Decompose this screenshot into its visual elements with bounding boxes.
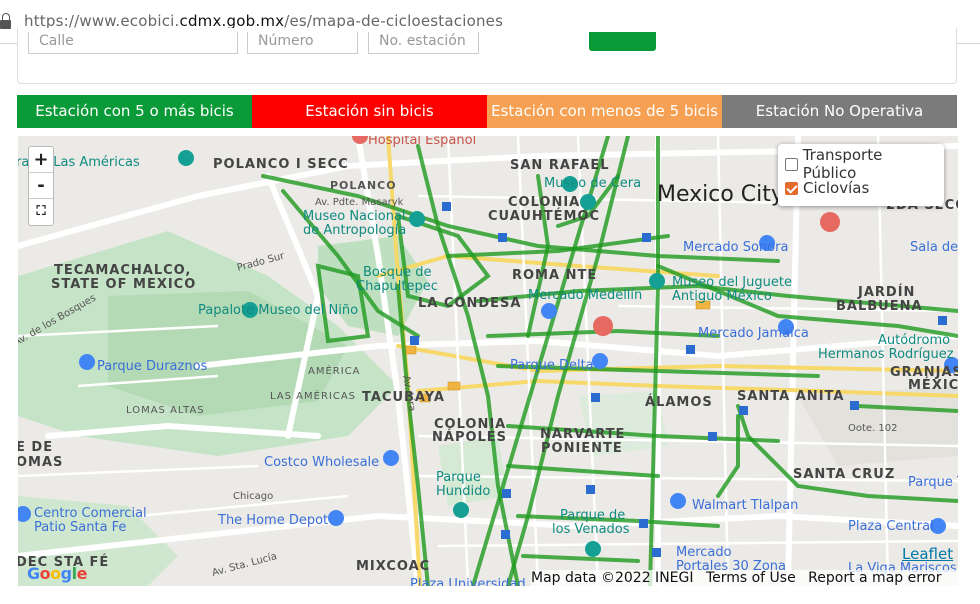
svg-text:Mexico City: Mexico City xyxy=(657,182,784,207)
svg-text:Mercado Jamaica: Mercado Jamaica xyxy=(698,326,809,341)
number-input[interactable]: Número xyxy=(247,32,358,54)
map-data-text: Map data ©2022 INEGI xyxy=(531,570,694,586)
svg-text:Chapultepec: Chapultepec xyxy=(356,279,438,294)
map-attribution: Map data ©2022 INEGI Terms of Use Report… xyxy=(531,570,958,586)
zoom-control: + - ⛶ xyxy=(28,146,54,226)
svg-text:Hermanos Rodríguez: Hermanos Rodríguez xyxy=(818,347,954,362)
svg-text:The Home Depot: The Home Depot xyxy=(217,513,328,528)
svg-text:SANTA CRUZ: SANTA CRUZ xyxy=(793,467,895,482)
svg-text:OMAS: OMAS xyxy=(18,455,63,470)
svg-text:Costco Wholesale: Costco Wholesale xyxy=(264,455,379,470)
svg-text:Walmart Tlalpan: Walmart Tlalpan xyxy=(692,498,798,513)
svg-text:AMÉRICA: AMÉRICA xyxy=(308,364,361,377)
svg-text:NÁPOLES: NÁPOLES xyxy=(432,429,507,445)
svg-text:Hospital Español: Hospital Español xyxy=(368,136,476,148)
svg-text:Mercado Sonora: Mercado Sonora xyxy=(683,240,788,255)
legend-empty: Estación sin bicis xyxy=(252,95,487,128)
svg-text:Chicago: Chicago xyxy=(233,491,273,502)
svg-text:Parque Duraznos: Parque Duraznos xyxy=(97,359,208,374)
google-logo: Google xyxy=(27,564,87,583)
svg-text:SANTA ANITA: SANTA ANITA xyxy=(737,389,844,404)
svg-text:Parque T: Parque T xyxy=(908,475,958,490)
svg-text:ÁLAMOS: ÁLAMOS xyxy=(645,394,713,410)
svg-text:Mercado Medellín: Mercado Medellín xyxy=(528,288,642,303)
svg-text:JARDÍN: JARDÍN xyxy=(857,284,915,300)
svg-text:Antiguo México: Antiguo México xyxy=(672,289,772,304)
svg-text:Autódromo: Autódromo xyxy=(878,333,950,348)
svg-text:MIXCOAC: MIXCOAC xyxy=(356,559,430,574)
layer-transport[interactable]: Transporte Público xyxy=(785,146,937,182)
svg-text:Museo del Juguete: Museo del Juguete xyxy=(672,275,792,290)
legend-inactive: Estación No Operativa xyxy=(722,95,957,128)
svg-text:Parque de: Parque de xyxy=(560,508,625,523)
report-error-link[interactable]: Report a map error xyxy=(808,570,941,586)
svg-text:los Venados: los Venados xyxy=(552,522,630,537)
svg-text:Patio Santa Fe: Patio Santa Fe xyxy=(34,520,126,535)
svg-text:E DE: E DE xyxy=(18,440,53,455)
svg-text:POLANCO I SECC: POLANCO I SECC xyxy=(213,157,349,172)
zoom-out-button[interactable]: - xyxy=(29,173,53,199)
map-canvas[interactable]: Hospital Español ranja Las Américas POLA… xyxy=(18,136,958,586)
transport-checkbox[interactable] xyxy=(785,157,798,171)
fullscreen-icon[interactable]: ⛶ xyxy=(29,199,53,225)
terms-link[interactable]: Terms of Use xyxy=(706,570,796,586)
svg-text:Av. Sta. Lucía: Av. Sta. Lucía xyxy=(211,550,278,579)
svg-text:Papalote Museo del Niño: Papalote Museo del Niño xyxy=(198,303,358,318)
street-input[interactable]: Calle xyxy=(28,32,238,54)
svg-text:LA CONDESA: LA CONDESA xyxy=(418,296,521,311)
svg-text:LOMAS ALTAS: LOMAS ALTAS xyxy=(126,405,205,416)
svg-text:Prado Sur: Prado Sur xyxy=(236,250,287,273)
svg-text:TECAMACHALCO,: TECAMACHALCO, xyxy=(54,263,191,278)
svg-text:SAN RAFAEL: SAN RAFAEL xyxy=(510,158,610,173)
svg-text:Sala de: Sala de xyxy=(910,240,958,255)
lock-icon xyxy=(0,13,11,29)
svg-text:PONIENTE: PONIENTE xyxy=(541,441,623,456)
legend-available: Estación con 5 o más bicis xyxy=(17,95,252,128)
bike-lanes-checkbox[interactable] xyxy=(785,181,798,195)
svg-text:LAS AMÉRICAS: LAS AMÉRICAS xyxy=(270,389,356,402)
legend-low: Estación con menos de 5 bicis xyxy=(487,95,722,128)
svg-text:Oote. 102: Oote. 102 xyxy=(848,423,898,434)
svg-text:COLONIA: COLONIA xyxy=(508,195,580,210)
station-number-input[interactable]: No. estación xyxy=(368,32,479,54)
leaflet-link[interactable]: Leaflet xyxy=(902,545,953,563)
layer-control: Transporte Público Ciclovías xyxy=(778,144,944,206)
svg-text:Centro Comercial: Centro Comercial xyxy=(34,506,147,521)
svg-text:Hundido: Hundido xyxy=(436,484,490,499)
svg-text:Museo Nacional: Museo Nacional xyxy=(303,209,406,224)
svg-text:Bosque de: Bosque de xyxy=(363,265,432,280)
svg-text:Parque Delta: Parque Delta xyxy=(510,358,594,373)
station-legend-bar: Estación con 5 o más bicis Estación sin … xyxy=(17,95,957,128)
svg-text:Plaza Central: Plaza Central xyxy=(848,519,934,534)
svg-text:CUAUHTÉMOC: CUAUHTÉMOC xyxy=(488,208,600,224)
search-button[interactable] xyxy=(589,32,656,51)
svg-text:NARVARTE: NARVARTE xyxy=(540,427,625,442)
svg-text:BALBUENA: BALBUENA xyxy=(836,299,923,314)
svg-text:Parque: Parque xyxy=(436,470,481,485)
svg-text:POLANCO: POLANCO xyxy=(330,179,397,192)
svg-text:Museo de Cera: Museo de Cera xyxy=(544,176,641,191)
zoom-in-button[interactable]: + xyxy=(29,147,53,173)
svg-text:STATE OF MEXICO: STATE OF MEXICO xyxy=(51,277,196,292)
station-search-card: Calle Número No. estación xyxy=(17,28,957,84)
svg-text:Av. Pdte. Masaryk: Av. Pdte. Masaryk xyxy=(315,197,404,208)
svg-text:ROMA NTE: ROMA NTE xyxy=(512,268,597,283)
svg-text:Mercado: Mercado xyxy=(676,545,732,560)
svg-text:Plaza Universidad: Plaza Universidad xyxy=(410,577,526,586)
svg-text:de Antropología: de Antropología xyxy=(303,223,406,238)
svg-text:MÉXICO: MÉXICO xyxy=(908,377,958,393)
